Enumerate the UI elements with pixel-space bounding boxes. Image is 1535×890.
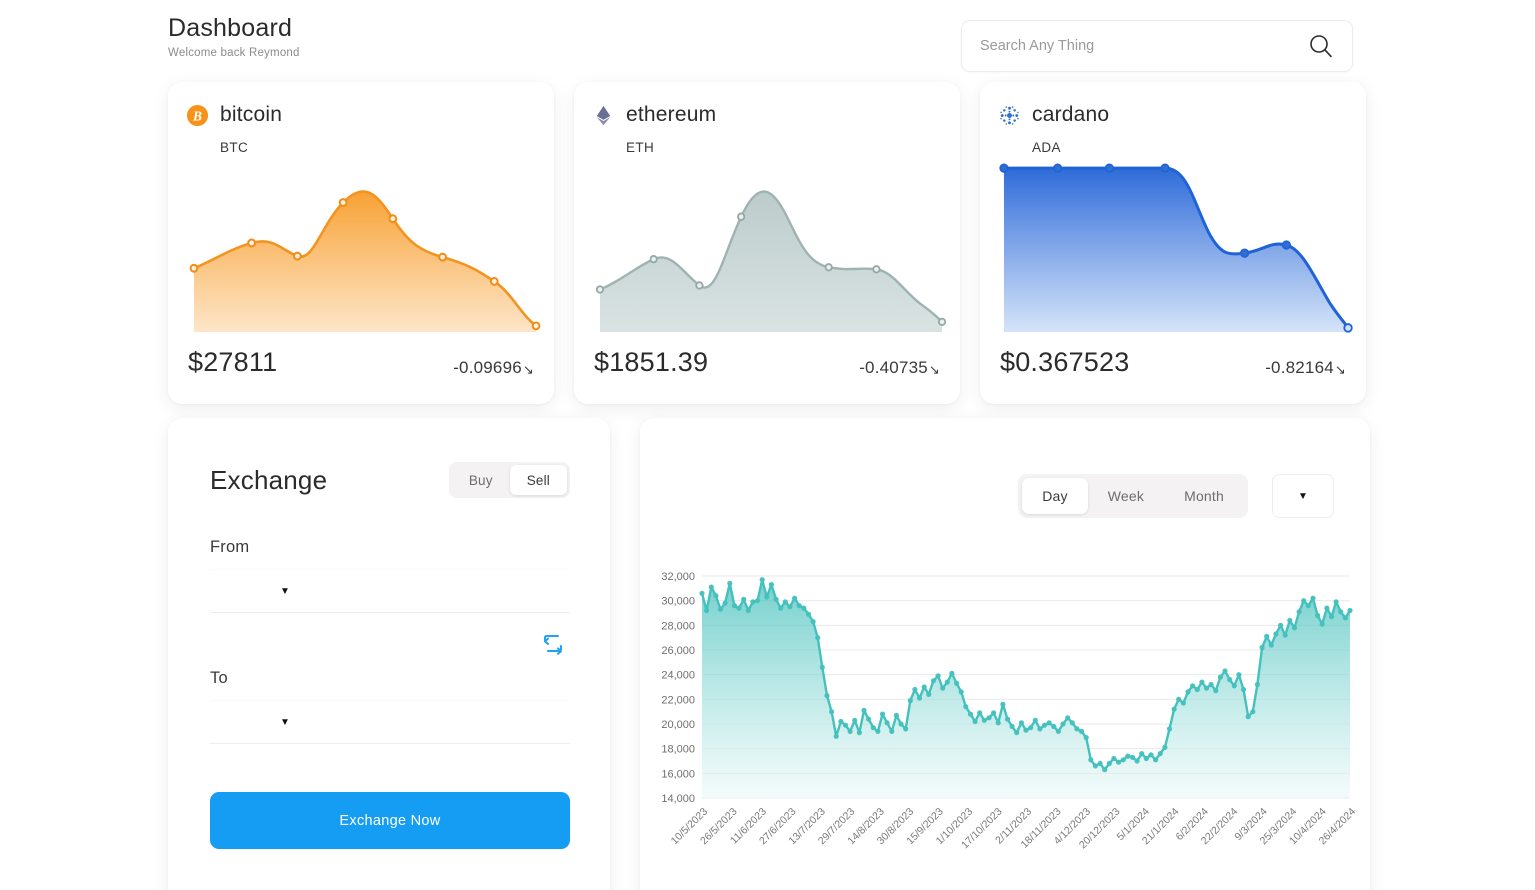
- dashboard-page: Dashboard Welcome back Reymond B bitcoin…: [0, 0, 1535, 890]
- coin-change: -0.09696 ↘: [453, 358, 534, 378]
- trend-down-arrow-icon: ↘: [1334, 362, 1346, 377]
- coin-footer: $0.367523 -0.82164 ↘: [1000, 347, 1346, 378]
- coin-change-value: -0.09696: [453, 358, 522, 377]
- range-toggle: Day Week Month: [1018, 474, 1248, 518]
- sparkline-ethereum: [592, 154, 950, 336]
- svg-text:14,000: 14,000: [661, 793, 695, 805]
- coin-header: ethereum: [592, 98, 942, 132]
- svg-text:20,000: 20,000: [661, 719, 695, 731]
- exchange-now-button[interactable]: Exchange Now: [210, 792, 570, 849]
- search-bar[interactable]: [961, 20, 1353, 72]
- coin-change-value: -0.82164: [1265, 358, 1334, 377]
- chart-controls: Day Week Month ▼: [1018, 474, 1334, 518]
- search-input[interactable]: [980, 38, 1308, 54]
- coin-symbol: ADA: [1032, 140, 1061, 155]
- search-icon[interactable]: [1308, 33, 1334, 59]
- exchange-header: Exchange Buy Sell: [210, 462, 570, 498]
- chart-coin-select[interactable]: ▼: [1272, 474, 1334, 518]
- chart-plot-area: 14,000 16,000 18,000 20,000 22,000 24,000 26,0…: [650, 568, 1360, 890]
- sell-tab[interactable]: Sell: [509, 465, 567, 495]
- exchange-panel: Exchange Buy Sell From ▼ To ▼ Exchange N…: [168, 418, 610, 890]
- svg-text:26,000: 26,000: [661, 645, 695, 657]
- svg-text:24,000: 24,000: [661, 670, 695, 682]
- to-label: To: [210, 669, 228, 687]
- chevron-down-icon[interactable]: ▼: [280, 717, 290, 728]
- exchange-title: Exchange: [210, 464, 328, 495]
- coin-card-cardano[interactable]: cardano ADA $0.367523 -0.82164 ↘: [980, 82, 1366, 404]
- coin-header: B bitcoin: [186, 98, 536, 132]
- from-currency-select[interactable]: ▼: [210, 569, 570, 613]
- exchange-hint: [210, 758, 570, 772]
- coin-card-ethereum[interactable]: ethereum ETH $1851.39 -0.40735 ↘: [574, 82, 960, 404]
- to-currency-select[interactable]: ▼: [210, 700, 570, 744]
- page-header: Dashboard Welcome back Reymond: [168, 14, 1353, 76]
- svg-text:28,000: 28,000: [661, 620, 695, 632]
- buy-tab[interactable]: Buy: [452, 465, 510, 495]
- chevron-down-icon[interactable]: ▼: [1298, 491, 1308, 502]
- svg-text:22,000: 22,000: [661, 694, 695, 706]
- coin-name: ethereum: [626, 103, 717, 126]
- coin-change: -0.82164 ↘: [1265, 358, 1346, 378]
- coin-card-bitcoin[interactable]: B bitcoin BTC $27811 -0.09696 ↘: [168, 82, 554, 404]
- coin-name: bitcoin: [220, 103, 283, 126]
- coin-name: cardano: [1032, 103, 1110, 126]
- svg-text:B: B: [192, 108, 202, 123]
- coin-cards-row: B bitcoin BTC $27811 -0.09696 ↘ ethereum…: [168, 82, 1368, 412]
- svg-text:32,000: 32,000: [661, 571, 695, 583]
- trend-down-arrow-icon: ↘: [522, 362, 534, 377]
- main-area-chart: 14,000 16,000 18,000 20,000 22,000 24,000 26,0…: [661, 571, 1358, 851]
- coin-symbol: ETH: [626, 140, 655, 155]
- svg-text:30,000: 30,000: [661, 596, 695, 608]
- range-week-button[interactable]: Week: [1088, 478, 1164, 514]
- price-chart-panel: Day Week Month ▼ 14,000 16,000 18,000 20,00…: [640, 418, 1370, 890]
- coin-change: -0.40735 ↘: [859, 358, 940, 378]
- range-month-button[interactable]: Month: [1164, 478, 1244, 514]
- chevron-down-icon[interactable]: ▼: [280, 586, 290, 597]
- coin-header: cardano: [998, 98, 1348, 132]
- cardano-icon: [998, 104, 1021, 127]
- coin-footer: $1851.39 -0.40735 ↘: [594, 347, 940, 378]
- buy-sell-toggle: Buy Sell: [448, 462, 570, 498]
- coin-price: $27811: [188, 347, 278, 377]
- svg-text:16,000: 16,000: [661, 768, 695, 780]
- from-label: From: [210, 538, 250, 556]
- sparkline-bitcoin: [186, 154, 544, 336]
- ethereum-icon: [592, 104, 615, 127]
- range-day-button[interactable]: Day: [1022, 478, 1088, 514]
- coin-price: $0.367523: [1000, 347, 1130, 377]
- coin-footer: $27811 -0.09696 ↘: [188, 347, 534, 378]
- coin-price: $1851.39: [594, 347, 709, 377]
- sparkline-cardano: [998, 154, 1356, 336]
- bitcoin-icon: B: [186, 104, 209, 127]
- svg-text:18,000: 18,000: [661, 744, 695, 756]
- swap-icon[interactable]: [540, 631, 566, 657]
- coin-change-value: -0.40735: [859, 358, 928, 377]
- trend-down-arrow-icon: ↘: [928, 362, 940, 377]
- swap-row: [210, 631, 570, 657]
- coin-symbol: BTC: [220, 140, 249, 155]
